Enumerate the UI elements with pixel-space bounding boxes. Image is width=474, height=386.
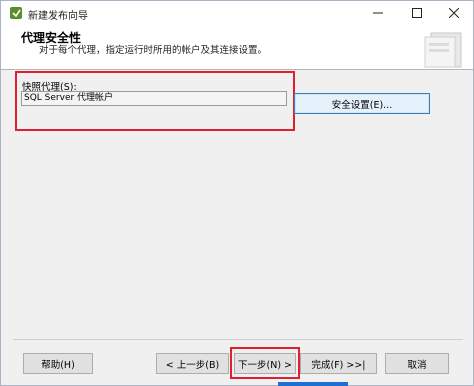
cancel-button[interactable]: 取消 [385, 353, 449, 374]
finish-button[interactable]: 完成(F) >>| [300, 353, 377, 374]
maximize-button[interactable] [398, 1, 436, 25]
wizard-header: 代理安全性 对于每个代理，指定运行时所用的帐户及其连接设置。 [1, 25, 473, 70]
wizard-footer: 帮助(H) < 上一步(B) 下一步(N) > 完成(F) >>| 取消 [1, 341, 473, 385]
window-title: 新建发布向导 [28, 11, 88, 22]
back-button[interactable]: < 上一步(B) [156, 353, 229, 374]
help-button[interactable]: 帮助(H) [23, 353, 93, 374]
minimize-icon [373, 12, 383, 14]
page-subtitle: 对于每个代理，指定运行时所用的帐户及其连接设置。 [39, 45, 268, 56]
taskbar-accent [278, 382, 348, 386]
wizard-window: 新建发布向导 代理安全性 对于每个代理，指定运行时所用的帐户及其连接设置。 快照… [0, 0, 474, 386]
title-bar[interactable]: 新建发布向导 [1, 1, 473, 25]
maximize-icon [412, 8, 422, 18]
footer-divider [13, 339, 463, 340]
minimize-button[interactable] [359, 1, 397, 25]
wizard-app-icon [10, 7, 22, 19]
close-button[interactable] [435, 1, 473, 25]
wizard-banner-icon [424, 32, 462, 68]
next-button[interactable]: 下一步(N) > [234, 353, 296, 374]
snapshot-agent-field[interactable]: SQL Server 代理帐户 [21, 91, 287, 106]
close-icon [449, 8, 459, 18]
wizard-content: 快照代理(S): SQL Server 代理帐户 安全设置(E)... [1, 71, 473, 341]
security-settings-button[interactable]: 安全设置(E)... [294, 93, 430, 114]
